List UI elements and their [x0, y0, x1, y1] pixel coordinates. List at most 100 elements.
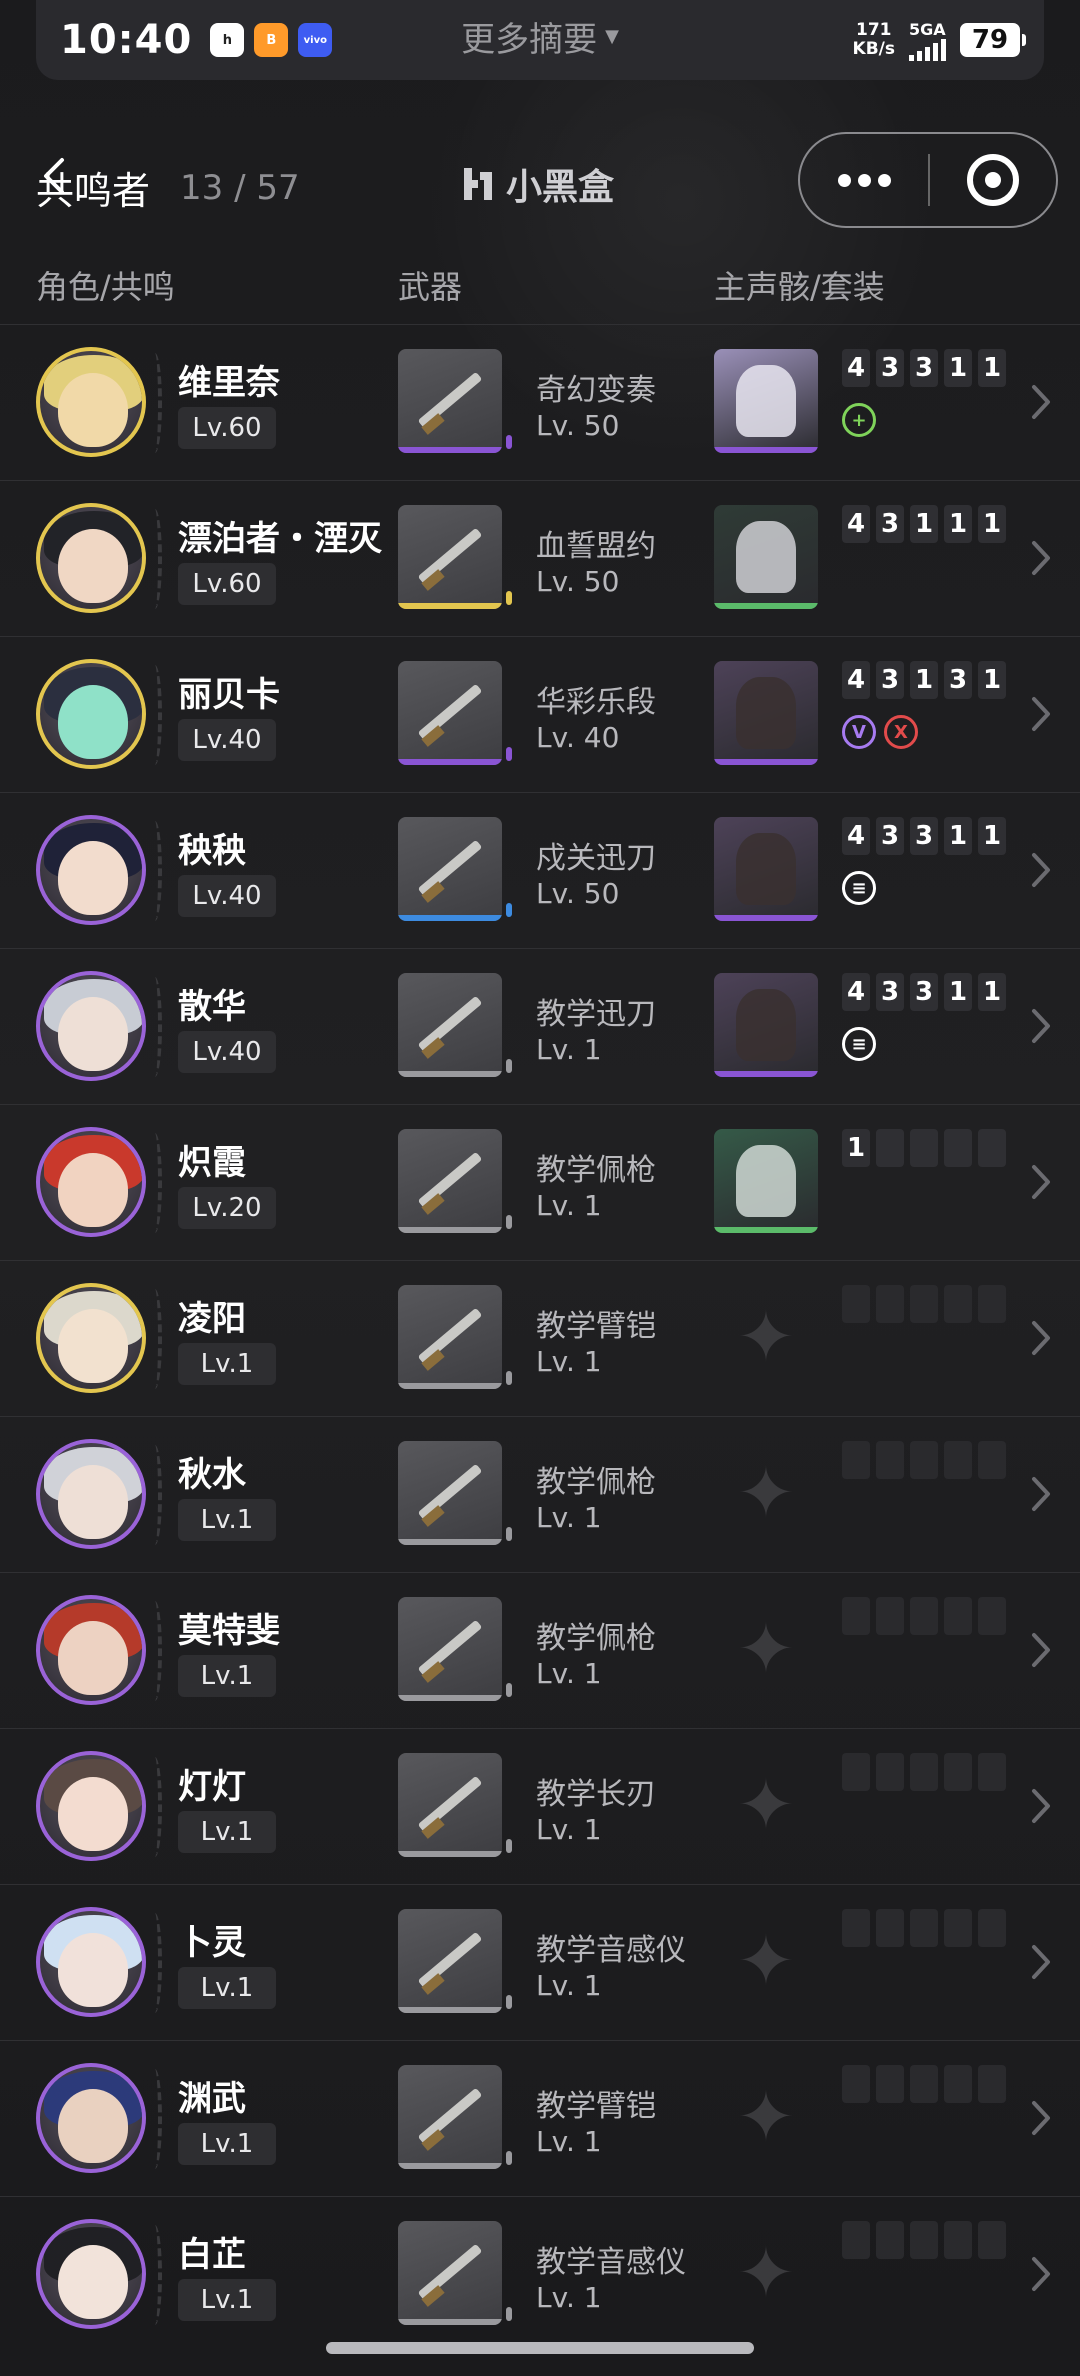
weapon-rank-indicator — [506, 1371, 512, 1385]
resonator-row[interactable]: 秧秧 Lv.40 戍关迅刀 Lv. 50 43311 ≡ — [0, 792, 1080, 948]
echo-cost-slot-empty — [910, 1285, 938, 1323]
echo-cost-slot-empty — [944, 1597, 972, 1635]
main-echo-icon — [714, 505, 818, 609]
character-name: 凌阳 — [178, 1299, 246, 1339]
echo-set-icon: V — [842, 715, 876, 749]
chevron-right-icon[interactable] — [1026, 1627, 1056, 1673]
character-avatar — [36, 1751, 162, 1865]
weapon-name: 奇幻变奏 — [536, 373, 656, 408]
resonator-row[interactable]: 维里奈 Lv.60 奇幻变奏 Lv. 50 43311 + — [0, 324, 1080, 480]
battery-level: 79 — [971, 25, 1009, 55]
character-level: Lv.1 — [178, 2123, 276, 2165]
network-speed: 171 KB/s — [853, 21, 895, 59]
weapon-icon — [398, 1597, 502, 1701]
echo-cost-slot-empty — [876, 2221, 904, 2259]
resonator-row[interactable]: 白芷 Lv.1 教学音感仪 Lv. 1 ✦ — [0, 2196, 1080, 2352]
resonator-row[interactable]: 卜灵 Lv.1 教学音感仪 Lv. 1 ✦ — [0, 1884, 1080, 2040]
echo-cost-slot: 1 — [842, 1129, 870, 1167]
echo-set-list: ≡ — [842, 871, 876, 905]
weapon-name: 教学音感仪 — [536, 1933, 686, 1968]
chevron-right-icon[interactable] — [1026, 535, 1056, 581]
more-summary-label: 更多摘要 — [461, 20, 598, 60]
weapon-level: Lv. 1 — [536, 1813, 602, 1846]
network-speed-value: 171 — [856, 20, 892, 40]
echo-cost-slot: 3 — [876, 973, 904, 1011]
resonance-arc — [148, 2225, 162, 2325]
weapon-level: Lv. 40 — [536, 721, 620, 754]
avatar-frame — [36, 1751, 146, 1861]
resonance-arc — [148, 1757, 162, 1857]
resonance-arc — [148, 977, 162, 1077]
weapon-icon — [398, 817, 502, 921]
chevron-right-icon[interactable] — [1026, 379, 1056, 425]
character-name: 灯灯 — [178, 1767, 246, 1807]
weapon-rank-indicator — [506, 1839, 512, 1853]
echo-cost-slot: 1 — [978, 661, 1006, 699]
app-notification-icon: B — [254, 23, 289, 57]
chevron-right-icon[interactable] — [1026, 1315, 1056, 1361]
more-menu-icon[interactable] — [800, 173, 928, 187]
resonance-arc — [148, 1133, 162, 1233]
character-avatar — [36, 971, 162, 1085]
home-indicator[interactable] — [326, 2342, 754, 2354]
echo-cost-slot-empty — [876, 1441, 904, 1479]
empty-echo-sparkle-icon: ✦ — [736, 1764, 796, 1846]
resonator-row[interactable]: 秋水 Lv.1 教学佩枪 Lv. 1 ✦ — [0, 1416, 1080, 1572]
echo-cost-slot — [944, 1129, 972, 1167]
echo-cost-list — [842, 2221, 1006, 2259]
weapon-name: 教学长刃 — [536, 1777, 656, 1812]
avatar-frame — [36, 2063, 146, 2173]
chevron-right-icon[interactable] — [1026, 2095, 1056, 2141]
heybox-logo-icon — [464, 168, 492, 200]
resonance-arc — [148, 353, 162, 453]
character-avatar — [36, 2063, 162, 2177]
resonator-row[interactable]: 莫特斐 Lv.1 教学佩枪 Lv. 1 ✦ — [0, 1572, 1080, 1728]
chevron-right-icon[interactable] — [1026, 1003, 1056, 1049]
chevron-right-icon[interactable] — [1026, 1159, 1056, 1205]
echo-cost-slot: 1 — [978, 505, 1006, 543]
chevron-right-icon[interactable] — [1026, 691, 1056, 737]
echo-cost-slot: 1 — [944, 817, 972, 855]
echo-cost-slot: 4 — [842, 973, 870, 1011]
resonator-row[interactable]: 渊武 Lv.1 教学臂铠 Lv. 1 ✦ — [0, 2040, 1080, 2196]
resonator-row[interactable]: 凌阳 Lv.1 教学臂铠 Lv. 1 ✦ — [0, 1260, 1080, 1416]
character-name: 秧秧 — [178, 831, 246, 871]
echo-cost-list: 43311 — [842, 817, 1006, 855]
weapon-level: Lv. 1 — [536, 1189, 602, 1222]
avatar-frame — [36, 1439, 146, 1549]
chevron-right-icon[interactable] — [1026, 2251, 1056, 2297]
echo-cost-slot-empty — [910, 1441, 938, 1479]
chevron-right-icon[interactable] — [1026, 847, 1056, 893]
character-avatar — [36, 659, 162, 773]
echo-cost-slot-empty — [876, 1597, 904, 1635]
close-miniprogram-button[interactable] — [930, 154, 1056, 206]
weapon-level: Lv. 50 — [536, 409, 620, 442]
main-echo-icon — [714, 661, 818, 765]
avatar-frame — [36, 971, 146, 1081]
chevron-right-icon[interactable] — [1026, 1471, 1056, 1517]
more-summary-button[interactable]: 更多摘要 ▼ — [461, 12, 619, 61]
resonator-row[interactable]: 灯灯 Lv.1 教学长刃 Lv. 1 ✦ — [0, 1728, 1080, 1884]
echo-cost-slot — [910, 1129, 938, 1167]
resonator-row[interactable]: 炽霞 Lv.20 教学佩枪 Lv. 1 1 — [0, 1104, 1080, 1260]
app-notification-icon: h — [210, 23, 245, 57]
character-name: 漂泊者・湮灭 — [178, 519, 382, 559]
brand-name: 小黑盒 — [506, 167, 615, 208]
echo-cost-slot-empty — [944, 1909, 972, 1947]
echo-cost-slot — [978, 1129, 1006, 1167]
echo-set-icon: ≡ — [842, 1027, 876, 1061]
empty-echo-sparkle-icon: ✦ — [736, 2076, 796, 2158]
chevron-right-icon[interactable] — [1026, 1939, 1056, 1985]
character-level: Lv.20 — [178, 1187, 276, 1229]
resonator-row[interactable]: 丽贝卡 Lv.40 华彩乐段 Lv. 40 43131 VX — [0, 636, 1080, 792]
resonator-row[interactable]: 散华 Lv.40 教学迅刀 Lv. 1 43311 ≡ — [0, 948, 1080, 1104]
resonator-row[interactable]: 漂泊者・湮灭 Lv.60 血誓盟约 Lv. 50 43111 — [0, 480, 1080, 636]
chevron-right-icon[interactable] — [1026, 1783, 1056, 1829]
echo-cost-slot-empty — [978, 1285, 1006, 1323]
caret-down-icon: ▼ — [605, 26, 619, 47]
echo-cost-slot-empty — [842, 1597, 870, 1635]
echo-cost-slot-empty — [978, 2221, 1006, 2259]
avatar-frame — [36, 347, 146, 457]
character-avatar — [36, 1283, 162, 1397]
echo-cost-list — [842, 1441, 1006, 1479]
